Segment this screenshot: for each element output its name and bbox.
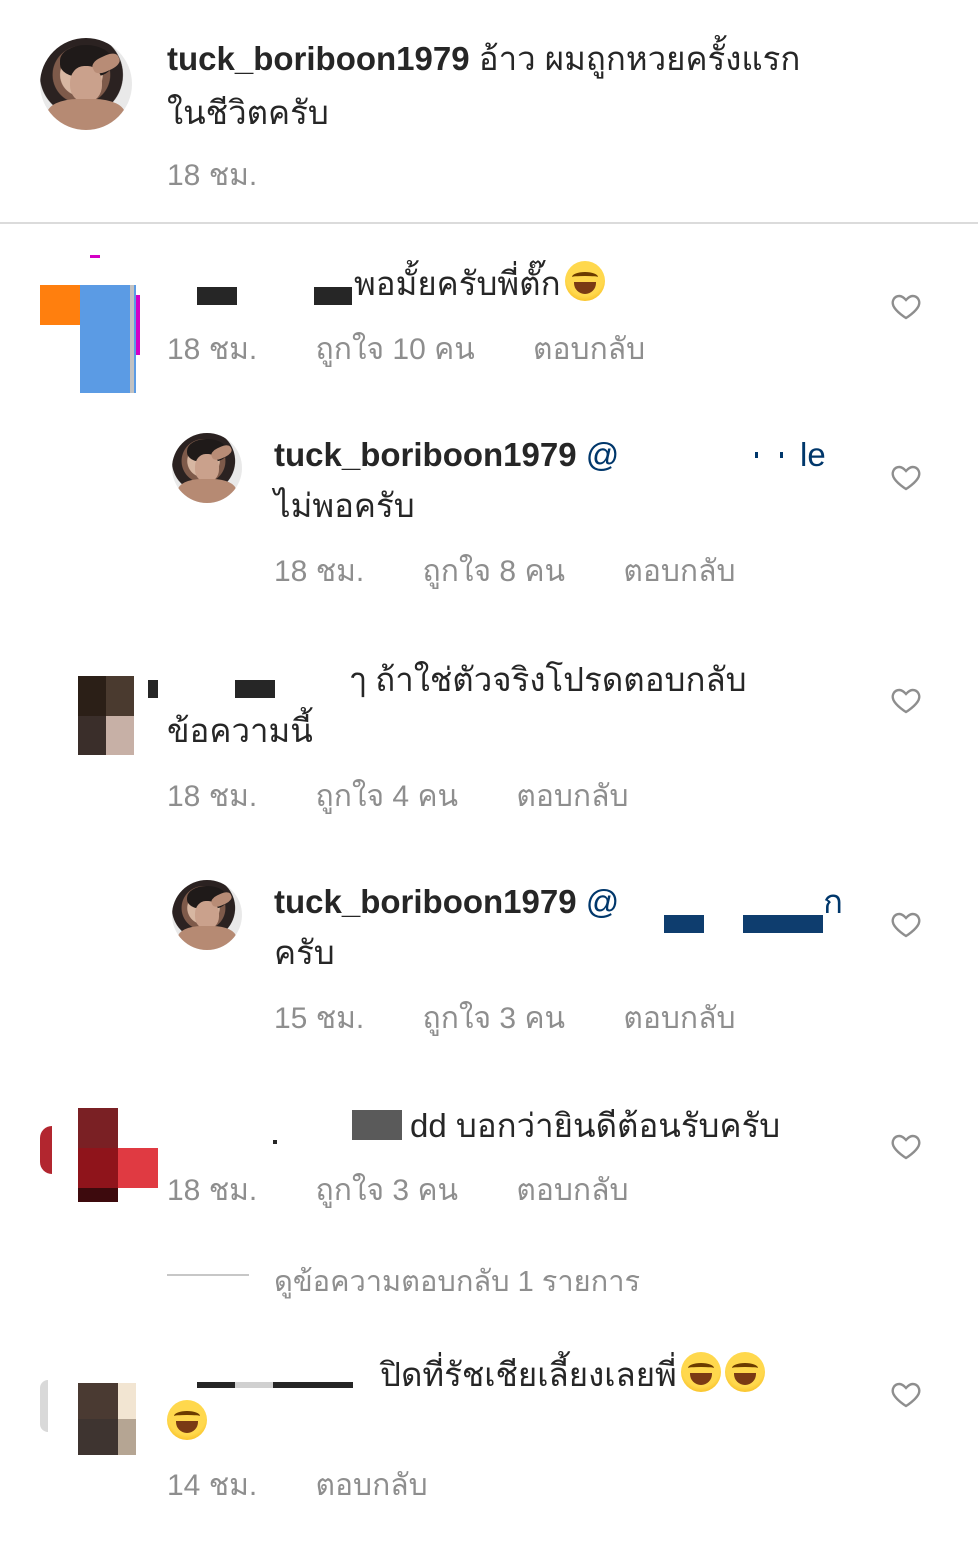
comment1-redacted-username <box>197 287 237 305</box>
laughing-emoji-icon <box>167 1400 207 1440</box>
comment2-redacted-1 <box>148 680 158 698</box>
comment3-meta: 18 ชม. ถูกใจ 3 คน ตอบกลับ <box>167 1167 679 1214</box>
comment1-like-heart-icon[interactable] <box>890 290 922 322</box>
reply1-mention-start[interactable]: @ <box>586 436 620 473</box>
comment3-reply-button[interactable]: ตอบกลับ <box>516 1174 628 1207</box>
reply1-username[interactable]: tuck_boriboon1979 <box>274 436 577 473</box>
reply1-like-heart-icon[interactable] <box>890 461 922 493</box>
caption-avatar[interactable] <box>40 38 132 130</box>
reply1-likes[interactable]: ถูกใจ 8 คน <box>423 555 566 588</box>
reply2-text: ครับ <box>274 934 335 971</box>
caption-line1: tuck_boriboon1979 อ้าว ผมถูกหวยครั้งแรก <box>167 34 800 84</box>
laughing-emoji-icon <box>564 261 605 301</box>
comment2-likes[interactable]: ถูกใจ 4 คน <box>316 780 459 813</box>
caption-time: 18 ชม. <box>167 159 258 192</box>
comment3-redacted-username <box>352 1110 402 1140</box>
caption-username[interactable]: tuck_boriboon1979 <box>167 40 470 77</box>
comment1-text-row: พอมั้ยครับพี่ตั๊ก <box>354 259 605 309</box>
comment4-like-heart-icon[interactable] <box>890 1378 922 1410</box>
view-replies-line <box>167 1274 249 1276</box>
comment1-meta: 18 ชม. ถูกใจ 10 คน ตอบกลับ <box>167 326 695 373</box>
reply2-meta: 15 ชม. ถูกใจ 3 คน ตอบกลับ <box>274 995 786 1042</box>
reply1-meta: 18 ชม. ถูกใจ 8 คน ตอบกลับ <box>274 548 786 595</box>
reply1-line1: tuck_boriboon1979 @ <box>274 430 619 480</box>
caption-text-line1: อ้าว ผมถูกหวยครั้งแรก <box>478 40 801 77</box>
reply1-reply-button[interactable]: ตอบกลับ <box>623 555 735 588</box>
comment4-redacted-3 <box>273 1382 353 1388</box>
reply2-like-heart-icon[interactable] <box>890 908 922 940</box>
comment1-likes[interactable]: ถูกใจ 10 คน <box>316 333 475 366</box>
comment4-text-row: ปิดที่รัชเชียเลี้ยงเลยพี่ <box>380 1350 765 1400</box>
caption-text-line2: ในชีวิตครับ <box>167 94 329 131</box>
reply2-username[interactable]: tuck_boriboon1979 <box>274 883 577 920</box>
reply1-mention-end[interactable]: le <box>800 430 826 480</box>
comment3-likes[interactable]: ถูกใจ 3 คน <box>316 1174 459 1207</box>
comment4-text-line2 <box>167 1400 207 1440</box>
comment3-redacted-dot <box>273 1140 277 1144</box>
comment3-avatar[interactable] <box>40 1108 158 1202</box>
comment3-text: dd บอกว่ายินดีต้อนรับครับ <box>410 1107 781 1144</box>
laughing-emoji-icon <box>724 1352 765 1392</box>
reply2-redacted-mention-1 <box>664 915 704 933</box>
reply2-line1: tuck_boriboon1979 @ <box>274 877 619 927</box>
comment2-text-line1: ๅ ถ้าใช่ตัวจริงโปรดตอบกลับ <box>350 661 747 698</box>
comment2-meta: 18 ชม. ถูกใจ 4 คน ตอบกลับ <box>167 773 679 820</box>
comment4-redacted-2 <box>235 1382 273 1388</box>
reply2-mention-start[interactable]: @ <box>586 883 620 920</box>
comment1-reply-button[interactable]: ตอบกลับ <box>533 333 645 366</box>
reply1-mention-dots-2 <box>780 452 783 458</box>
comment3-time: 18 ชม. <box>167 1174 258 1207</box>
comment1-time: 18 ชม. <box>167 333 258 366</box>
comment2-text-line2: ข้อความนี้ <box>167 712 313 749</box>
comment2-redacted-2 <box>235 680 275 698</box>
comment4-text: ปิดที่รัชเชียเลี้ยงเลยพี่ <box>380 1356 677 1393</box>
comment2-time: 18 ชม. <box>167 780 258 813</box>
laughing-emoji-icon <box>680 1352 721 1392</box>
comment3-like-heart-icon[interactable] <box>890 1130 922 1162</box>
reply1-time: 18 ชม. <box>274 555 365 588</box>
reply2-mention-end[interactable]: ก <box>823 877 843 927</box>
comment1-text: พอมั้ยครับพี่ตั๊ก <box>354 265 561 302</box>
comment4-time: 14 ชม. <box>167 1469 258 1502</box>
reply1-text: ไม่พอครับ <box>274 487 415 524</box>
reply2-avatar[interactable] <box>172 880 242 950</box>
comment1-avatar[interactable] <box>40 255 140 393</box>
caption-divider <box>0 222 978 224</box>
comment4-redacted-1 <box>197 1382 235 1388</box>
view-replies-button[interactable]: ดูข้อความตอบกลับ 1 รายการ <box>274 1258 640 1304</box>
reply1-mention-dots <box>755 452 758 458</box>
comment4-meta: 14 ชม. ตอบกลับ <box>167 1462 478 1509</box>
comment4-reply-button[interactable]: ตอบกลับ <box>316 1469 428 1502</box>
comment4-avatar[interactable] <box>40 1375 136 1455</box>
comment2-reply-button[interactable]: ตอบกลับ <box>516 780 628 813</box>
reply2-redacted-mention-2 <box>743 915 823 933</box>
reply2-time: 15 ชม. <box>274 1002 365 1035</box>
comment2-avatar[interactable] <box>78 676 134 755</box>
reply1-avatar[interactable] <box>172 433 242 503</box>
comment1-redacted-username-2 <box>314 287 352 305</box>
reply2-reply-button[interactable]: ตอบกลับ <box>623 1002 735 1035</box>
comment2-like-heart-icon[interactable] <box>890 684 922 716</box>
reply2-likes[interactable]: ถูกใจ 3 คน <box>423 1002 566 1035</box>
